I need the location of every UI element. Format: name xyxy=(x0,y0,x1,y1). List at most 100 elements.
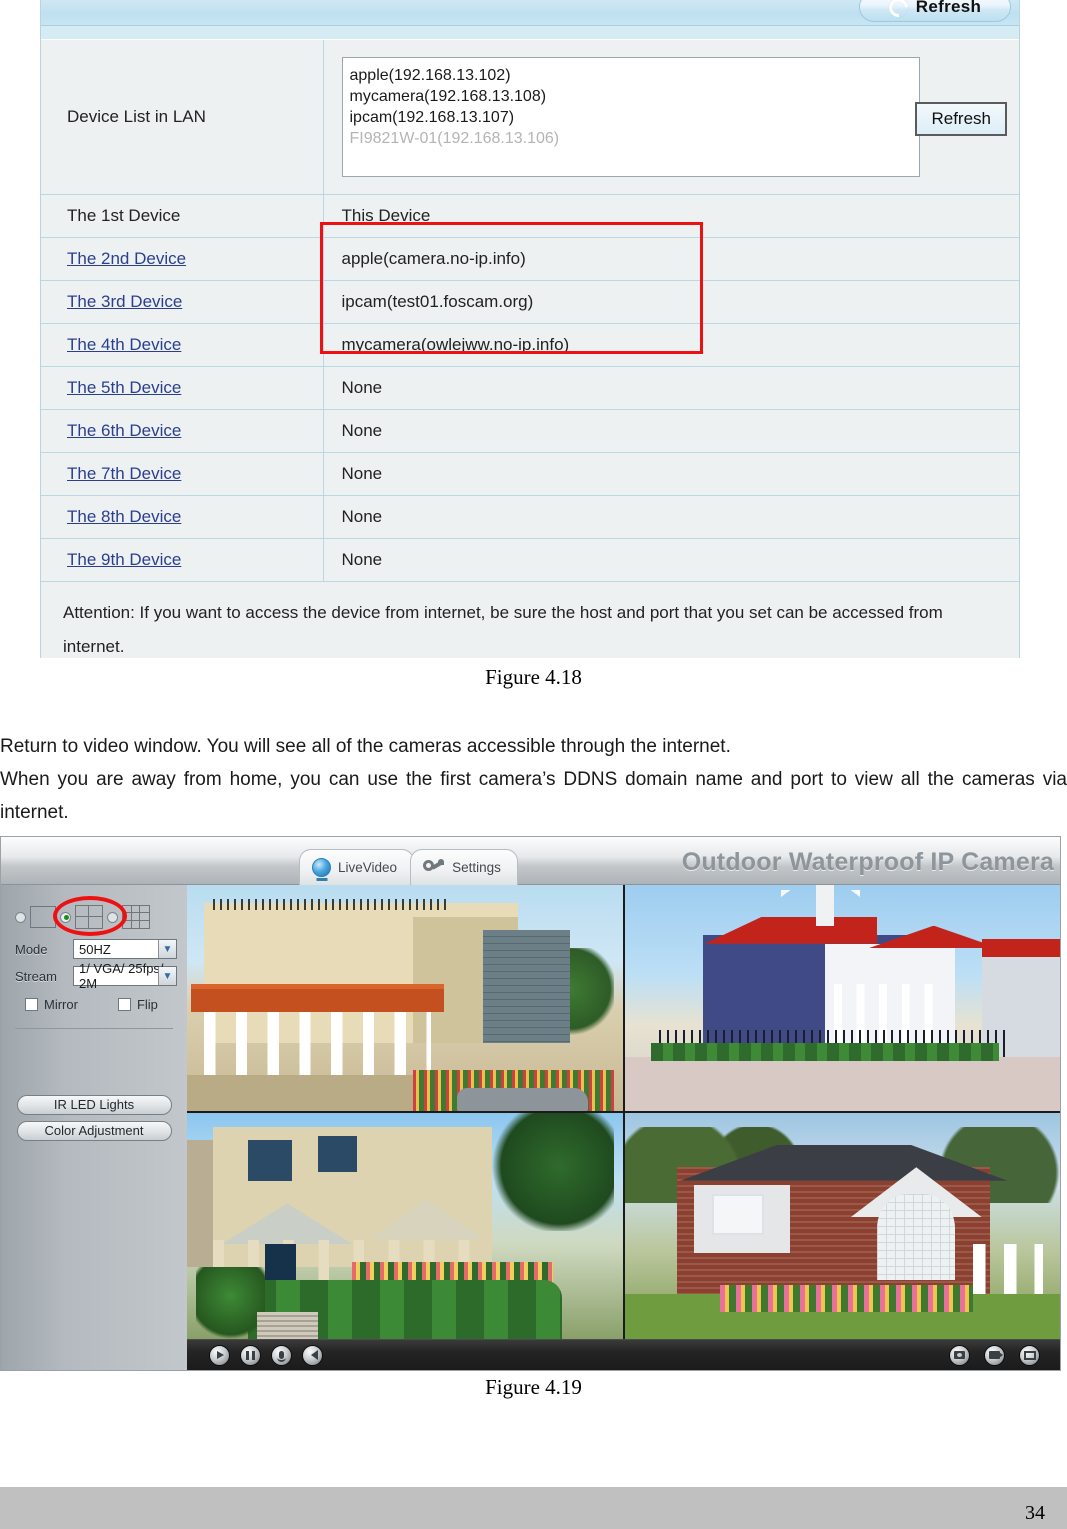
flip-label: Flip xyxy=(136,997,158,1012)
device-link-4[interactable]: The 4th Device xyxy=(67,335,181,354)
grid-3x3-icon[interactable] xyxy=(122,905,150,929)
tab-settings-label: Settings xyxy=(452,860,501,875)
grid-2x2-icon[interactable] xyxy=(75,905,103,929)
camera-icon xyxy=(312,858,331,877)
tab-livevideo[interactable]: LiveVideo xyxy=(299,849,415,885)
record-button[interactable] xyxy=(984,1344,1005,1366)
lan-device-item[interactable]: apple(192.168.13.102) xyxy=(350,65,919,86)
device-label-8: The 8th Device xyxy=(41,495,324,539)
refresh-icon xyxy=(884,0,912,21)
device-value-2: apple(camera.no-ip.info) xyxy=(323,237,1019,281)
pause-button[interactable] xyxy=(240,1344,261,1366)
video-cell-1[interactable] xyxy=(187,885,623,1111)
flip-checkbox[interactable] xyxy=(117,998,131,1011)
top-refresh-label: Refresh xyxy=(915,0,982,16)
table-row: The 1st Device This Device xyxy=(41,194,1019,238)
device-value-1: This Device xyxy=(323,194,1019,238)
grid-1x1-icon[interactable] xyxy=(30,906,56,928)
table-row: The 4th Device mycamera(owlejww.no-ip.in… xyxy=(41,323,1019,367)
flip-checkbox-item[interactable]: Flip xyxy=(117,997,158,1012)
radio-single-view[interactable] xyxy=(15,911,26,923)
radio-nine-view[interactable] xyxy=(107,911,118,923)
chevron-down-icon[interactable]: ▼ xyxy=(158,967,176,985)
play-button[interactable] xyxy=(209,1344,230,1366)
device-label-7: The 7th Device xyxy=(41,452,324,496)
camera-tabs: LiveVideo Settings xyxy=(299,849,518,885)
figure-caption-419: Figure 4.19 xyxy=(485,1375,582,1399)
pause-icon xyxy=(246,1350,255,1360)
device-link-2[interactable]: The 2nd Device xyxy=(67,249,186,268)
camera-side-panel: Mode 50HZ ▼ Stream 1/ VGA/ 25fps/ 2M ▼ M… xyxy=(1,885,187,1370)
audio-button[interactable] xyxy=(271,1344,292,1366)
radio-quad-view[interactable] xyxy=(60,911,71,923)
chevron-down-icon[interactable]: ▼ xyxy=(158,940,176,958)
fullscreen-button[interactable] xyxy=(1019,1344,1040,1366)
lan-list-row: Device List in LAN apple(192.168.13.102)… xyxy=(41,40,1019,195)
lan-device-item[interactable]: FI9821W-01(192.168.13.106) xyxy=(350,128,919,149)
video-grid xyxy=(187,885,1060,1339)
snapshot-icon xyxy=(954,1351,965,1359)
stream-select[interactable]: 1/ VGA/ 25fps/ 2M ▼ xyxy=(73,961,177,991)
stream-label: Stream xyxy=(15,968,57,984)
device-label-1: The 1st Device xyxy=(41,194,324,238)
tab-settings[interactable]: Settings xyxy=(410,849,518,885)
video-cell-3[interactable] xyxy=(187,1113,623,1339)
mirror-checkbox-item[interactable]: Mirror xyxy=(25,997,78,1012)
device-value-8: None xyxy=(323,495,1019,539)
mirror-checkbox[interactable] xyxy=(25,998,38,1011)
lan-refresh-button[interactable]: Refresh xyxy=(915,102,1007,136)
video-cell-2[interactable] xyxy=(624,885,1060,1111)
panel-button-stack: IR LED Lights Color Adjustment xyxy=(11,1095,177,1141)
lan-list-label: Device List in LAN xyxy=(41,40,324,195)
table-row: The 8th Device None xyxy=(41,495,1019,539)
lan-device-listbox[interactable]: apple(192.168.13.102) mycamera(192.168.1… xyxy=(341,57,920,177)
device-value-7: None xyxy=(323,452,1019,496)
video-cell-4[interactable] xyxy=(624,1113,1060,1339)
device-link-9[interactable]: The 9th Device xyxy=(67,550,181,569)
mirror-label: Mirror xyxy=(44,997,78,1012)
device-value-6: None xyxy=(323,409,1019,453)
panel-top-bar: Refresh xyxy=(41,0,1019,26)
record-icon xyxy=(989,1351,1003,1359)
table-row: The 7th Device None xyxy=(41,452,1019,496)
layout-selector xyxy=(15,905,177,929)
talk-button[interactable] xyxy=(302,1344,323,1366)
device-label-3: The 3rd Device xyxy=(41,280,324,324)
device-label-6: The 6th Device xyxy=(41,409,324,453)
device-label-5: The 5th Device xyxy=(41,366,324,410)
color-adjustment-button[interactable]: Color Adjustment xyxy=(16,1121,172,1141)
table-row: The 5th Device None xyxy=(41,366,1019,410)
camera-body: Mode 50HZ ▼ Stream 1/ VGA/ 25fps/ 2M ▼ M… xyxy=(1,885,1060,1370)
figure-caption-418: Figure 4.18 xyxy=(485,665,582,689)
ir-led-lights-button[interactable]: IR LED Lights xyxy=(16,1095,172,1115)
page-number: 34 xyxy=(1025,1502,1045,1524)
table-row: The 3rd Device ipcam(test01.foscam.org) xyxy=(41,280,1019,324)
body-line-1: Return to video window. You will see all… xyxy=(0,736,731,757)
camera-live-view-window: LiveVideo Settings Outdoor Waterproof IP… xyxy=(0,836,1061,1371)
video-area xyxy=(187,885,1060,1370)
mode-label: Mode xyxy=(15,941,48,957)
device-link-3[interactable]: The 3rd Device xyxy=(67,292,182,311)
speaker-icon xyxy=(307,1350,318,1360)
body-line-2: When you are away from home, you can use… xyxy=(0,769,1067,823)
device-link-8[interactable]: The 8th Device xyxy=(67,507,181,526)
device-value-3: ipcam(test01.foscam.org) xyxy=(323,280,1019,324)
mode-select[interactable]: 50HZ ▼ xyxy=(73,939,177,959)
lan-device-item[interactable]: mycamera(192.168.13.108) xyxy=(350,86,919,107)
device-link-5[interactable]: The 5th Device xyxy=(67,378,181,397)
device-value-5: None xyxy=(323,366,1019,410)
play-icon xyxy=(217,1351,224,1359)
top-refresh-button[interactable]: Refresh xyxy=(859,0,1011,22)
device-link-6[interactable]: The 6th Device xyxy=(67,421,181,440)
mirror-flip-row: Mirror Flip xyxy=(25,997,177,1012)
ddns-device-list-panel: Refresh Device List in LAN apple(192.168… xyxy=(40,0,1020,658)
tab-livevideo-label: LiveVideo xyxy=(338,860,398,875)
lan-device-item[interactable]: ipcam(192.168.13.107) xyxy=(350,107,919,128)
snapshot-button[interactable] xyxy=(949,1344,970,1366)
device-table: Device List in LAN apple(192.168.13.102)… xyxy=(41,40,1019,582)
device-label-4: The 4th Device xyxy=(41,323,324,367)
mode-value: 50HZ xyxy=(79,941,111,957)
device-link-7[interactable]: The 7th Device xyxy=(67,464,181,483)
panel-sub-strip xyxy=(41,26,1019,40)
product-title: Outdoor Waterproof IP Camera xyxy=(681,848,1054,876)
